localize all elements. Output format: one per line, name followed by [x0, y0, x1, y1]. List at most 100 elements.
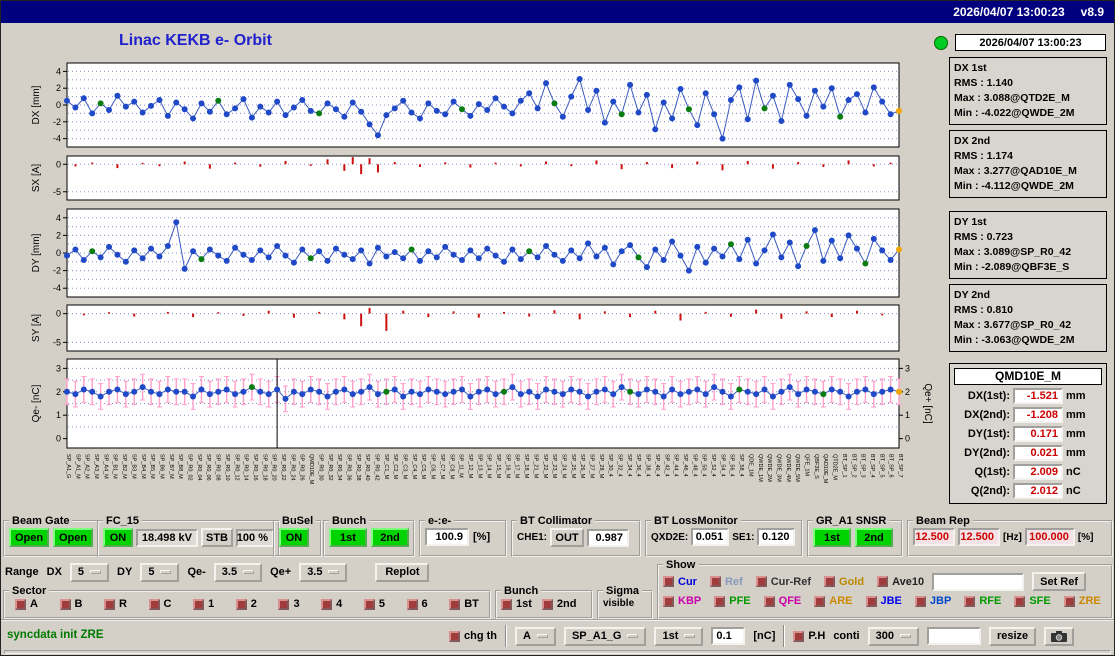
points-select-menu[interactable]: 300 — [867, 626, 919, 646]
plot-qe[interactable]: 3 2 1 0 3 2 1 0 Qe+ [nC] Qe- [nC] — [27, 356, 939, 451]
busel-on-button[interactable]: ON — [279, 528, 309, 547]
checkbox-b[interactable] — [59, 598, 71, 610]
replot-button[interactable]: Replot — [375, 562, 430, 582]
checkbox-1[interactable] — [193, 598, 205, 610]
resize-button[interactable]: resize — [988, 626, 1037, 646]
checkbox-item-3[interactable]: 3 — [278, 598, 300, 610]
qxd2e-label: QXD2E: — [651, 531, 689, 543]
checkbox-a[interactable] — [15, 598, 26, 610]
checkbox-item-pfe[interactable]: PFE — [714, 595, 751, 607]
bunch-2nd-button[interactable]: 2nd — [371, 528, 409, 547]
fc15-on-button[interactable]: ON — [103, 528, 133, 547]
plot-sy[interactable]: 0 -5 SY [A] — [27, 302, 939, 354]
checkbox-2[interactable] — [235, 598, 247, 610]
svg-text:-4: -4 — [53, 134, 61, 144]
checkbox-item-bt[interactable]: BT — [449, 598, 479, 610]
svg-text:BT_SP_3: BT_SP_3 — [860, 454, 866, 478]
beam-gate-open-button-1[interactable]: Open — [9, 528, 49, 547]
checkbox-jbe[interactable] — [865, 595, 877, 607]
beam-status-led-icon — [934, 36, 948, 50]
checkbox-item-1st[interactable]: 1st — [501, 598, 532, 610]
checkbox-ave10[interactable] — [877, 576, 889, 587]
plot-dx[interactable]: 4 2 0 -2 -4 DX [mm] — [27, 57, 939, 153]
optmenu-bar-icon — [160, 570, 172, 574]
checkbox-item-jbe[interactable]: JBE — [865, 595, 902, 607]
aux-input[interactable] — [926, 627, 981, 645]
stat-row: RMS : 1.140 — [954, 77, 1013, 89]
checkbox-item-1[interactable]: 1 — [193, 598, 214, 610]
checkbox-qfe[interactable] — [763, 595, 775, 607]
che1-out-button[interactable]: OUT — [550, 528, 585, 547]
checkbox-item-a[interactable]: A — [15, 598, 38, 610]
checkbox-item-6[interactable]: 6 — [406, 598, 428, 610]
status-bar: syncdata init ZRE chg th A SP_A1_G 1st [… — [1, 619, 1114, 649]
checkbox-6[interactable] — [406, 598, 418, 610]
checkbox-cur[interactable] — [663, 576, 674, 587]
checkbox-item-gold[interactable]: Gold — [824, 576, 864, 588]
checkbox-2nd[interactable] — [541, 598, 553, 610]
checkbox-item-2[interactable]: 2 — [235, 598, 257, 610]
range-qe-plus-menu[interactable]: 3.5 — [299, 562, 348, 582]
checkbox-item-c[interactable]: C — [148, 598, 172, 610]
threshold-input[interactable] — [711, 627, 746, 645]
checkbox-kbp[interactable] — [663, 595, 674, 607]
checkbox-bt[interactable] — [449, 598, 461, 610]
beam-gate-open-button-2[interactable]: Open — [53, 528, 93, 547]
checkbox-item-cur-ref[interactable]: Cur-Ref — [755, 576, 811, 588]
checkbox-4[interactable] — [321, 598, 333, 610]
checkbox-item-kbp[interactable]: KBP — [663, 595, 701, 607]
range-dy-menu[interactable]: 5 — [140, 562, 180, 582]
checkbox-3[interactable] — [278, 598, 290, 610]
checkbox-sfe[interactable] — [1014, 595, 1026, 607]
plot-sx[interactable]: 0 -5 SX [A] — [27, 153, 939, 205]
checkbox-item-2nd[interactable]: 2nd — [541, 598, 576, 610]
checkbox-gold[interactable] — [824, 576, 836, 587]
checkbox-cur-ref[interactable] — [755, 576, 767, 587]
checkbox-item-are[interactable]: ARE — [814, 595, 853, 607]
bpm-select-menu[interactable]: SP_A1_G — [563, 626, 647, 646]
checkbox-1st[interactable] — [501, 598, 512, 610]
checkbox-item-jbp[interactable]: JBP — [914, 595, 951, 607]
checkbox-item-zre[interactable]: ZRE — [1063, 595, 1101, 607]
svg-text:QDE_1M: QDE_1M — [747, 454, 753, 477]
gr-snsr-2nd-button[interactable]: 2nd — [855, 528, 893, 547]
ref-name-input[interactable] — [932, 572, 1025, 591]
checkbox-item-ave10[interactable]: Ave10 — [877, 576, 924, 588]
checkbox-pfe[interactable] — [714, 595, 726, 607]
bunch-select-menu[interactable]: 1st — [654, 626, 704, 646]
checkbox-item-rfe[interactable]: RFE — [964, 595, 1001, 607]
checkbox-item-5[interactable]: 5 — [363, 598, 385, 610]
checkbox-are[interactable] — [814, 595, 826, 607]
plot-dy[interactable]: 4 2 0 -2 -4 DY [mm] — [27, 205, 939, 301]
monitor-rows: DX(1st): -1.521 mm DX(2nd): -1.208 mm DY(1st):… — [954, 388, 1102, 499]
svg-text:SP_R0_02: SP_R0_02 — [187, 454, 193, 481]
fc15-stb-button[interactable]: STB — [201, 528, 233, 547]
chg-th-checkbox[interactable] — [449, 630, 460, 642]
checkbox-rfe[interactable] — [964, 595, 976, 607]
checkbox-item-r[interactable]: R — [104, 598, 127, 610]
ph-checkbox[interactable] — [793, 630, 805, 642]
chg-th-toggle[interactable]: chg th — [449, 630, 497, 642]
checkbox-item-qfe[interactable]: QFE — [763, 595, 801, 607]
set-ref-button[interactable]: Set Ref — [1032, 572, 1087, 591]
svg-text:SP_A4_M: SP_A4_M — [102, 454, 108, 479]
checkbox-ref[interactable] — [709, 576, 721, 587]
checkbox-item-ref[interactable]: Ref — [709, 576, 743, 588]
range-qe-minus-menu[interactable]: 3.5 — [213, 562, 263, 582]
checkbox-c[interactable] — [148, 598, 160, 610]
ph-toggle[interactable]: P.H — [793, 630, 825, 642]
gr-snsr-1st-button[interactable]: 1st — [813, 528, 851, 547]
range-dx-menu[interactable]: 5 — [69, 562, 110, 582]
checkbox-r[interactable] — [104, 598, 116, 610]
sector-select-menu[interactable]: A — [515, 626, 556, 646]
checkbox-item-b[interactable]: B — [59, 598, 82, 610]
checkbox-jbp[interactable] — [914, 595, 926, 607]
checkbox-5[interactable] — [363, 598, 375, 610]
bunch-1st-button[interactable]: 1st — [329, 528, 367, 547]
checkbox-zre[interactable] — [1063, 595, 1075, 607]
screenshot-button[interactable] — [1044, 626, 1075, 646]
checkbox-item-sfe[interactable]: SFE — [1014, 595, 1051, 607]
checkbox-item-4[interactable]: 4 — [321, 598, 342, 610]
bt-collimator-legend: BT Collimator — [520, 515, 593, 527]
checkbox-item-cur[interactable]: Cur — [663, 576, 697, 588]
